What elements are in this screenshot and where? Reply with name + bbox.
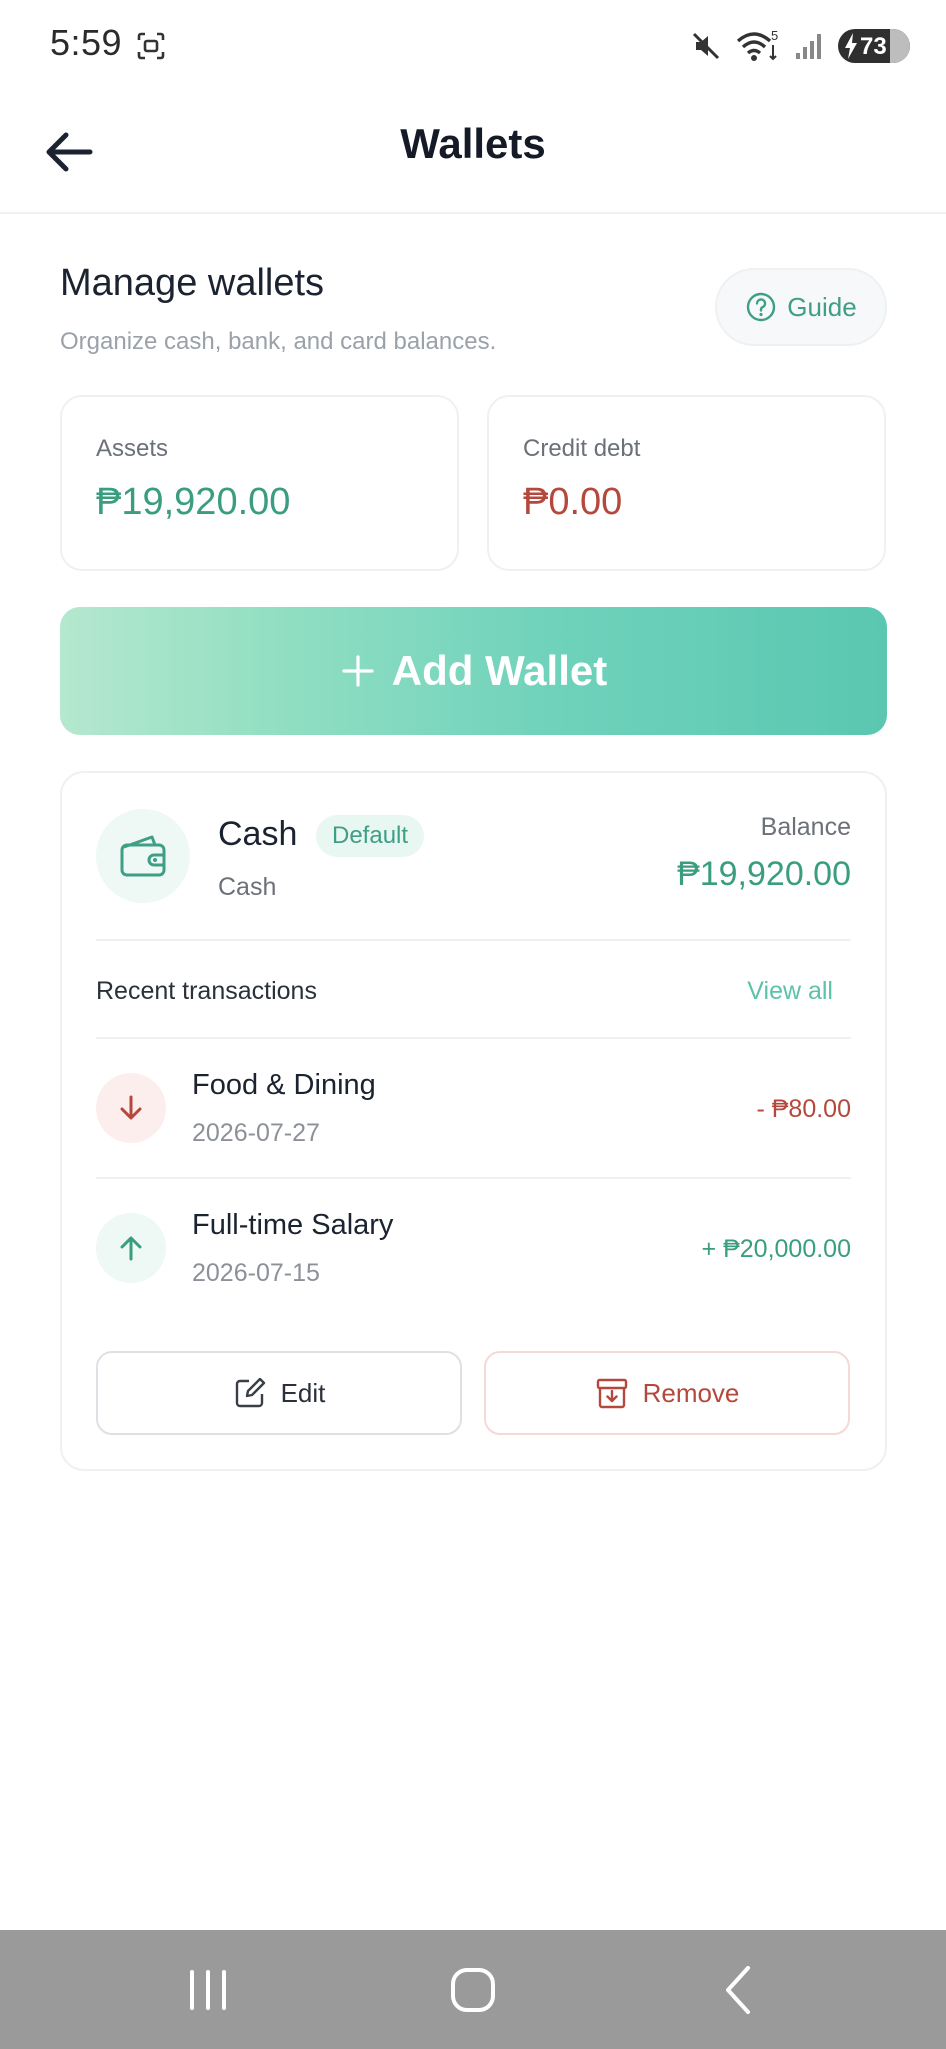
page-title: Wallets bbox=[400, 120, 546, 167]
wallet-name: Cash bbox=[218, 815, 298, 853]
assets-card: Assets ₱19,920.00 bbox=[60, 395, 459, 571]
arrow-down-icon bbox=[120, 1095, 142, 1120]
credit-debt-card: Credit debt ₱0.00 bbox=[487, 395, 886, 571]
transaction-date: 2026-07-27 bbox=[192, 1119, 320, 1147]
transaction-row[interactable]: Full-time Salary 2026-07-15 + ₱20,000.00 bbox=[96, 1179, 851, 1317]
assets-value: ₱19,920.00 bbox=[96, 481, 291, 523]
assets-label: Assets bbox=[96, 435, 169, 462]
wallet-card[interactable]: Cash Default Cash Balance ₱19,920.00 Rec… bbox=[60, 771, 887, 1471]
edit-label: Edit bbox=[280, 1377, 326, 1408]
transaction-amount: - ₱80.00 bbox=[756, 1095, 851, 1123]
home-icon[interactable] bbox=[443, 1960, 503, 2020]
recent-apps-icon[interactable] bbox=[178, 1960, 238, 2020]
balance-label: Balance bbox=[760, 813, 851, 841]
transaction-row[interactable]: Food & Dining 2026-07-27 - ₱80.00 bbox=[96, 1039, 851, 1177]
back-nav-icon[interactable] bbox=[708, 1960, 768, 2020]
recent-transactions-label: Recent transactions bbox=[96, 977, 317, 1005]
section-subtitle: Organize cash, bank, and card balances. bbox=[60, 328, 497, 355]
add-wallet-button[interactable]: Add Wallet bbox=[60, 607, 887, 735]
wallet-icon bbox=[120, 835, 166, 877]
plus-icon bbox=[342, 655, 374, 687]
help-circle-icon bbox=[747, 292, 776, 322]
guide-label: Guide bbox=[787, 291, 857, 322]
wallet-type: Cash bbox=[218, 873, 277, 901]
transaction-name: Full-time Salary bbox=[192, 1209, 394, 1241]
system-nav-bar bbox=[0, 1930, 946, 2049]
transaction-amount: + ₱20,000.00 bbox=[701, 1235, 851, 1263]
edit-icon bbox=[235, 1377, 265, 1408]
screenshot-icon bbox=[137, 32, 165, 60]
arrow-up-icon bbox=[120, 1236, 142, 1261]
remove-button[interactable]: Remove bbox=[484, 1351, 850, 1435]
wifi-badge: 5 bbox=[771, 29, 778, 43]
divider bbox=[96, 939, 851, 941]
transaction-date: 2026-07-15 bbox=[192, 1259, 320, 1287]
wallet-avatar bbox=[96, 809, 190, 903]
section-title: Manage wallets bbox=[60, 262, 325, 304]
app-header: Wallets bbox=[0, 92, 946, 214]
battery-charging-icon: 73 bbox=[838, 29, 910, 63]
income-indicator bbox=[96, 1213, 166, 1283]
wifi-icon: 5 bbox=[736, 29, 778, 61]
add-wallet-label: Add Wallet bbox=[391, 647, 608, 694]
transaction-name: Food & Dining bbox=[192, 1069, 376, 1101]
credit-debt-value: ₱0.00 bbox=[523, 481, 623, 523]
expense-indicator bbox=[96, 1073, 166, 1143]
mute-icon bbox=[692, 32, 720, 60]
remove-label: Remove bbox=[642, 1377, 740, 1408]
credit-debt-label: Credit debt bbox=[523, 435, 641, 462]
archive-icon bbox=[596, 1378, 627, 1409]
view-all-link[interactable]: View all bbox=[747, 977, 833, 1006]
status-bar: 5:59 5 73 bbox=[0, 0, 946, 92]
status-time: 5:59 bbox=[50, 22, 123, 63]
signal-icon bbox=[796, 34, 821, 59]
balance-value: ₱19,920.00 bbox=[677, 855, 851, 893]
edit-button[interactable]: Edit bbox=[96, 1351, 462, 1435]
battery-level: 73 bbox=[860, 33, 887, 60]
status-icons: 5 73 bbox=[690, 26, 910, 66]
guide-button[interactable]: Guide bbox=[715, 268, 887, 346]
default-badge: Default bbox=[316, 815, 425, 857]
